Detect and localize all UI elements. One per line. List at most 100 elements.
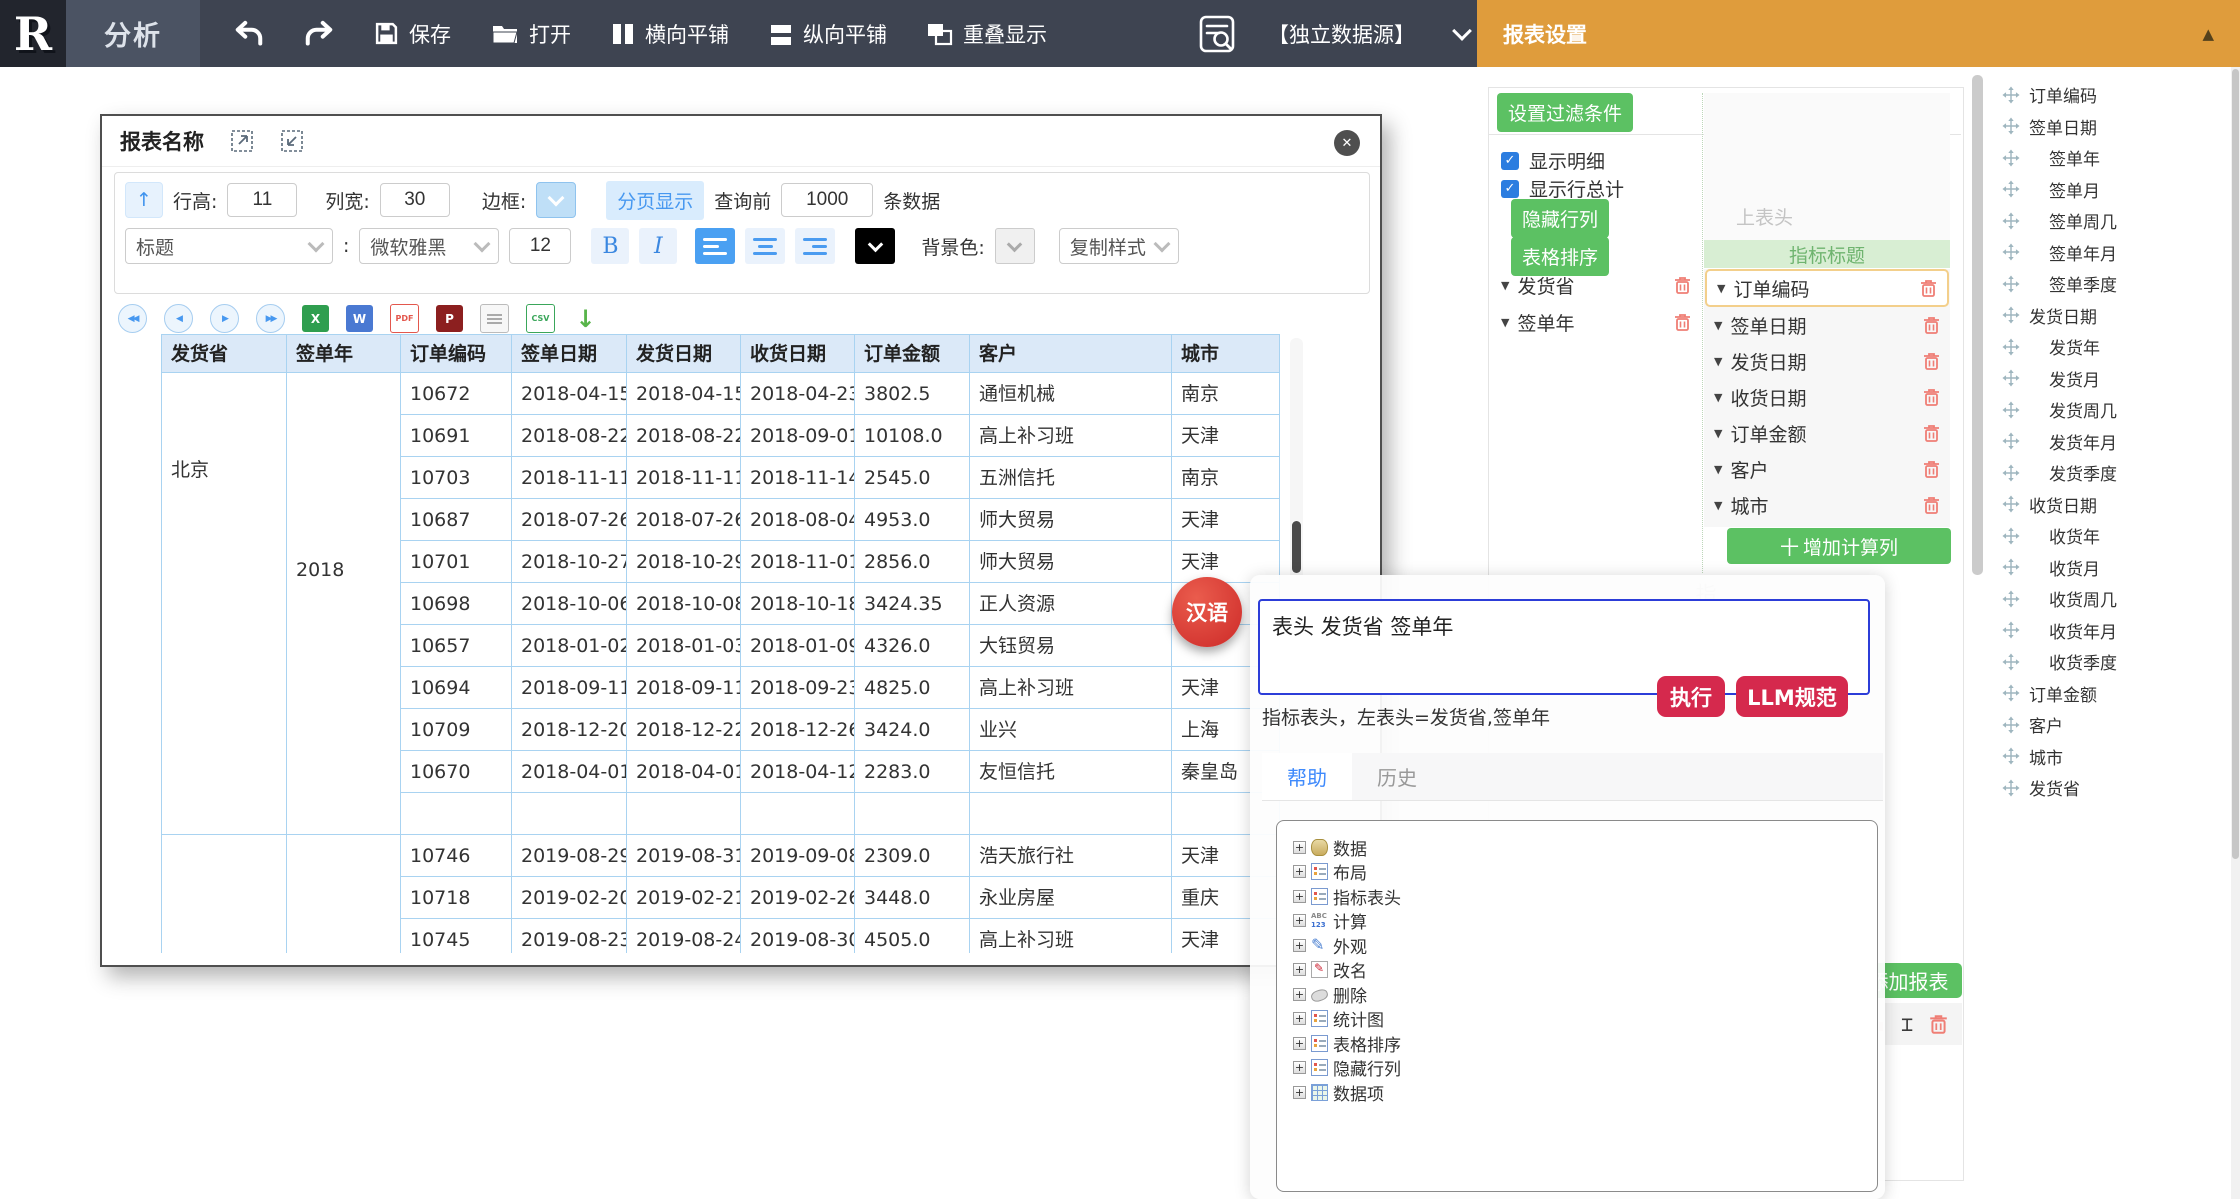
cell-order-id[interactable]: 10718 <box>401 877 512 919</box>
collapse-panel-button[interactable]: ▲ <box>2202 25 2214 43</box>
cell-customer[interactable]: 通恒机械 <box>970 373 1172 415</box>
group-cell-province[interactable]: 北京 <box>162 373 287 835</box>
cell-sign-date[interactable]: 2019-02-20 <box>512 877 627 919</box>
cell-ship-date[interactable]: 2018-10-29 <box>627 541 741 583</box>
caret-down-icon[interactable]: ▼ <box>1501 316 1509 329</box>
expand-plus-icon[interactable]: + <box>1293 1086 1306 1099</box>
tree-item[interactable]: + 外观 <box>1293 933 1877 958</box>
cell-amount[interactable]: 4505.0 <box>855 919 970 953</box>
cell-receive-date[interactable]: 2018-10-18 <box>741 583 855 625</box>
tree-item[interactable]: + 数据项 <box>1293 1080 1877 1105</box>
metric-field-item[interactable]: ▼ 城市 <box>1704 487 1950 523</box>
move-up-button[interactable]: ↑ <box>125 182 163 218</box>
cell-ship-date[interactable]: 2018-10-08 <box>627 583 741 625</box>
move-handle-icon[interactable] <box>2002 401 2020 419</box>
background-color-picker[interactable] <box>995 228 1035 264</box>
cell-customer[interactable] <box>970 793 1172 835</box>
tree-item[interactable]: + 改名 <box>1293 958 1877 983</box>
metric-field-item[interactable]: ▼ 客户 <box>1704 451 1950 487</box>
save-button[interactable]: 保存 <box>374 19 451 49</box>
cell-sign-date[interactable]: 2018-11-11 <box>512 457 627 499</box>
cell-order-id[interactable]: 10694 <box>401 667 512 709</box>
caret-down-icon[interactable]: ▼ <box>1714 463 1722 476</box>
bold-button[interactable]: B <box>591 228 629 264</box>
ime-language-badge[interactable]: 汉语 <box>1172 577 1242 647</box>
italic-button[interactable]: I <box>639 228 677 264</box>
move-handle-icon[interactable] <box>2002 590 2020 608</box>
move-handle-icon[interactable] <box>2002 117 2020 135</box>
column-header[interactable]: 签单日期 <box>512 335 627 373</box>
draggable-field-item[interactable]: 收货年 <box>1988 520 2231 552</box>
tree-item[interactable]: + 数据 <box>1293 835 1877 860</box>
cell-order-id[interactable]: 10701 <box>401 541 512 583</box>
cell-customer[interactable]: 大钰贸易 <box>970 625 1172 667</box>
draggable-field-item[interactable]: 签单月 <box>1988 174 2231 206</box>
expand-plus-icon[interactable]: + <box>1293 1012 1306 1025</box>
cell-amount[interactable]: 10108.0 <box>855 415 970 457</box>
draggable-field-item[interactable]: 收货季度 <box>1988 646 2231 678</box>
export-csv-icon[interactable]: CSV <box>526 304 555 333</box>
metric-field-item[interactable]: ▼ 订单编码 <box>1705 269 1949 307</box>
cell-sign-date[interactable]: 2018-09-11 <box>512 667 627 709</box>
cell-receive-date[interactable]: 2018-08-04 <box>741 499 855 541</box>
cell-city[interactable]: 天津 <box>1172 415 1280 457</box>
cell-order-id[interactable] <box>401 793 512 835</box>
align-center-button[interactable] <box>745 228 785 264</box>
caret-down-icon[interactable]: ▼ <box>1714 391 1722 404</box>
cell-order-id[interactable]: 10672 <box>401 373 512 415</box>
move-handle-icon[interactable] <box>2002 432 2020 450</box>
move-handle-icon[interactable] <box>2002 338 2020 356</box>
draggable-field-item[interactable]: 收货月 <box>1988 552 2231 584</box>
execute-button[interactable]: 执行 <box>1657 676 1725 717</box>
cell-ship-date[interactable] <box>627 793 741 835</box>
close-window-button[interactable]: ✕ <box>1334 130 1360 156</box>
query-limit-input[interactable] <box>781 183 873 217</box>
delete-field-icon[interactable] <box>1923 316 1940 335</box>
show-detail-checkbox[interactable]: ✓ <box>1501 152 1519 170</box>
row-field-item[interactable]: ▼ 发货省 <box>1491 267 1691 304</box>
cell-customer[interactable]: 师大贸易 <box>970 541 1172 583</box>
cell-order-id[interactable]: 10657 <box>401 625 512 667</box>
column-header[interactable]: 签单年 <box>287 335 401 373</box>
cell-ship-date[interactable]: 2018-01-03 <box>627 625 741 667</box>
cell-customer[interactable]: 正人资源 <box>970 583 1172 625</box>
llm-spec-button[interactable]: LLM规范 <box>1736 676 1848 717</box>
align-right-button[interactable] <box>795 228 835 264</box>
cell-sign-date[interactable] <box>512 793 627 835</box>
draggable-field-item[interactable]: 客户 <box>1988 709 2231 741</box>
expand-plus-icon[interactable]: + <box>1293 890 1306 903</box>
datasource-dropdown[interactable]: 【独立数据源】 <box>1268 0 1469 67</box>
cell-sign-date[interactable]: 2019-08-29 <box>512 835 627 877</box>
cell-amount[interactable]: 2545.0 <box>855 457 970 499</box>
maximize-icon[interactable] <box>230 129 254 153</box>
move-handle-icon[interactable] <box>2002 369 2020 387</box>
cell-sign-date[interactable]: 2018-04-01 <box>512 751 627 793</box>
undo-button[interactable] <box>234 20 264 47</box>
move-handle-icon[interactable] <box>2002 747 2020 765</box>
next-page-button[interactable]: ▶ <box>210 304 239 333</box>
cell-receive-date[interactable]: 2019-08-30 <box>741 919 855 953</box>
font-size-input[interactable] <box>509 228 571 264</box>
table-scrollbar-thumb[interactable] <box>1292 521 1301 573</box>
caret-down-icon[interactable]: ▼ <box>1714 499 1722 512</box>
move-handle-icon[interactable] <box>2002 527 2020 545</box>
cell-order-id[interactable]: 10746 <box>401 835 512 877</box>
cell-receive-date[interactable]: 2018-01-09 <box>741 625 855 667</box>
cell-ship-date[interactable]: 2019-02-21 <box>627 877 741 919</box>
font-family-dropdown[interactable]: 微软雅黑 <box>359 228 499 264</box>
tree-item[interactable]: + 删除 <box>1293 982 1877 1007</box>
move-handle-icon[interactable] <box>2002 275 2020 293</box>
expand-plus-icon[interactable]: + <box>1293 841 1306 854</box>
metric-field-item[interactable]: ▼ 订单金额 <box>1704 415 1950 451</box>
cell-sign-date[interactable]: 2018-10-27 <box>512 541 627 583</box>
cell-customer[interactable]: 高上补习班 <box>970 667 1172 709</box>
cell-ship-date[interactable]: 2018-09-11 <box>627 667 741 709</box>
tree-item[interactable]: + 表格排序 <box>1293 1031 1877 1056</box>
draggable-field-item[interactable]: 签单周几 <box>1988 205 2231 237</box>
cell-city[interactable]: 南京 <box>1172 373 1280 415</box>
move-handle-icon[interactable] <box>2002 495 2020 513</box>
expand-plus-icon[interactable]: + <box>1293 865 1306 878</box>
draggable-field-item[interactable]: 发货省 <box>1988 772 2231 804</box>
expand-plus-icon[interactable]: + <box>1293 963 1306 976</box>
cell-customer[interactable]: 业兴 <box>970 709 1172 751</box>
